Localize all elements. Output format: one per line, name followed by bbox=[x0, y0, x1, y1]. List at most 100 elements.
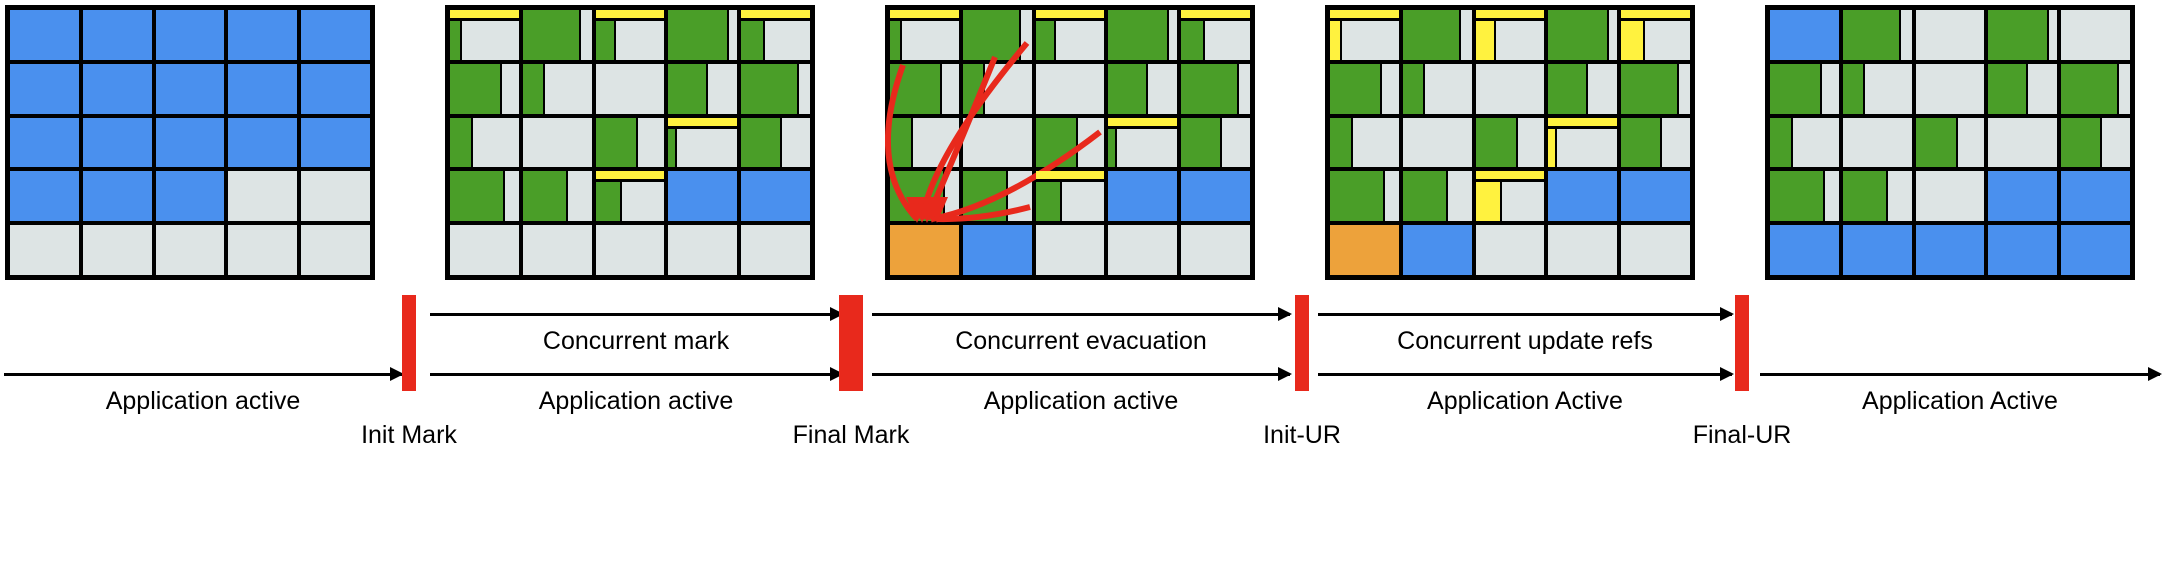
region-occupancy bbox=[668, 10, 738, 60]
region-segment-live bbox=[1035, 20, 1057, 60]
phase-arrow-concurrent-evacuation bbox=[872, 307, 1292, 321]
region-segment-free bbox=[505, 171, 519, 222]
region-segment-free bbox=[1385, 171, 1399, 222]
region-occupancy bbox=[1035, 225, 1105, 275]
heap-region bbox=[1033, 223, 1107, 277]
region-segment-free bbox=[1900, 10, 1912, 60]
region-occupancy bbox=[1330, 171, 1399, 222]
heap-region bbox=[960, 223, 1034, 277]
marked-object-bar bbox=[1181, 10, 1250, 21]
region-segment-free bbox=[1608, 10, 1618, 60]
pause-label-final-ur: Final-UR bbox=[1692, 421, 1792, 449]
region-occupancy bbox=[82, 117, 152, 168]
region-segment-free bbox=[301, 225, 370, 275]
heap-region bbox=[153, 115, 227, 170]
heap-region bbox=[448, 223, 521, 277]
region-occupancy bbox=[522, 171, 592, 222]
region-segment-free bbox=[1621, 225, 1690, 275]
region-segment-live bbox=[1108, 10, 1169, 60]
region-segment-unused bbox=[2061, 171, 2130, 222]
heap-during-concurrent-evacuation bbox=[885, 5, 1255, 280]
region-segment-free bbox=[616, 20, 665, 60]
region-occupancy bbox=[1842, 225, 1912, 275]
heap-region bbox=[666, 61, 740, 116]
pause-marker-init-mark bbox=[402, 295, 416, 391]
region-segment-free bbox=[155, 225, 225, 275]
region-occupancy bbox=[228, 117, 298, 168]
region-occupancy bbox=[1402, 10, 1472, 60]
region-segment-free bbox=[1035, 63, 1105, 114]
heap-region bbox=[1986, 169, 2060, 224]
region-segment-free bbox=[764, 20, 810, 60]
region-segment-live bbox=[1108, 63, 1149, 114]
region-segment-free bbox=[473, 117, 519, 168]
region-segment-free bbox=[1148, 63, 1178, 114]
phase-arrow-concurrent-mark bbox=[430, 307, 844, 321]
region-segment-free bbox=[1078, 117, 1105, 168]
region-segment-live bbox=[1770, 117, 1794, 168]
region-segment-live bbox=[962, 171, 1009, 222]
region-segment-free bbox=[1678, 63, 1690, 114]
region-occupancy bbox=[522, 63, 592, 114]
region-segment-live bbox=[890, 117, 914, 168]
region-segment-free bbox=[1988, 117, 2058, 168]
pause-label-final-mark: Final Mark bbox=[792, 421, 910, 449]
region-segment-free bbox=[2028, 63, 2058, 114]
heap-region bbox=[888, 223, 961, 277]
region-segment-free bbox=[708, 63, 738, 114]
region-segment-live bbox=[595, 182, 622, 222]
region-segment-free bbox=[1020, 10, 1032, 60]
region-segment-free bbox=[1342, 20, 1399, 60]
heap-region bbox=[1473, 169, 1547, 224]
region-occupancy bbox=[450, 20, 519, 60]
region-segment-unused bbox=[10, 63, 79, 114]
phase-label-concurrent-mark: Concurrent mark bbox=[542, 327, 730, 355]
region-segment-free bbox=[1888, 171, 1912, 222]
application-arrow-app-active-4 bbox=[1318, 367, 1734, 381]
heap-region bbox=[8, 169, 81, 224]
region-segment-free bbox=[2118, 63, 2130, 114]
region-occupancy bbox=[228, 225, 298, 275]
region-segment-unused bbox=[1548, 171, 1618, 222]
region-occupancy bbox=[1915, 225, 1985, 275]
region-segment-free bbox=[728, 10, 738, 60]
heap-region bbox=[153, 169, 227, 224]
heap-region bbox=[1840, 169, 1914, 224]
region-occupancy bbox=[1475, 63, 1545, 114]
region-occupancy bbox=[522, 10, 592, 60]
heap-region bbox=[739, 8, 812, 62]
heap-region bbox=[593, 8, 667, 62]
region-segment-live bbox=[450, 171, 506, 222]
region-segment-live bbox=[1988, 10, 2049, 60]
region-segment-live bbox=[668, 10, 729, 60]
region-occupancy bbox=[1548, 171, 1618, 222]
heap-region bbox=[1106, 115, 1180, 170]
pause-label-init-ur: Init-UR bbox=[1263, 421, 1341, 449]
marked-object-bar bbox=[450, 10, 519, 21]
region-segment-live bbox=[890, 63, 943, 114]
region-segment-unused bbox=[1402, 225, 1472, 275]
region-segment-unused bbox=[2061, 225, 2130, 275]
region-segment-collection-set bbox=[890, 225, 959, 275]
region-segment-free bbox=[1475, 63, 1545, 114]
region-segment-collection-set bbox=[1330, 225, 1399, 275]
region-segment-live bbox=[1035, 117, 1079, 168]
region-segment-free bbox=[301, 171, 370, 222]
region-segment-free bbox=[2061, 10, 2130, 60]
region-segment-live bbox=[962, 10, 1021, 60]
region-segment-live bbox=[1842, 10, 1901, 60]
application-label-app-active-5: Application Active bbox=[1862, 387, 2058, 415]
region-segment-free bbox=[1501, 182, 1545, 222]
region-segment-free bbox=[502, 63, 519, 114]
region-segment-live bbox=[741, 117, 783, 168]
pause-marker-final-mark bbox=[839, 295, 863, 391]
heap-region bbox=[1473, 223, 1547, 277]
region-segment-live bbox=[595, 117, 639, 168]
heap-region bbox=[8, 115, 81, 170]
region-occupancy bbox=[1035, 182, 1105, 222]
region-segment-live bbox=[1330, 63, 1383, 114]
heap-region bbox=[1619, 8, 1692, 62]
region-occupancy bbox=[2061, 10, 2130, 60]
region-occupancy bbox=[1988, 225, 2058, 275]
heap-region bbox=[226, 61, 300, 116]
